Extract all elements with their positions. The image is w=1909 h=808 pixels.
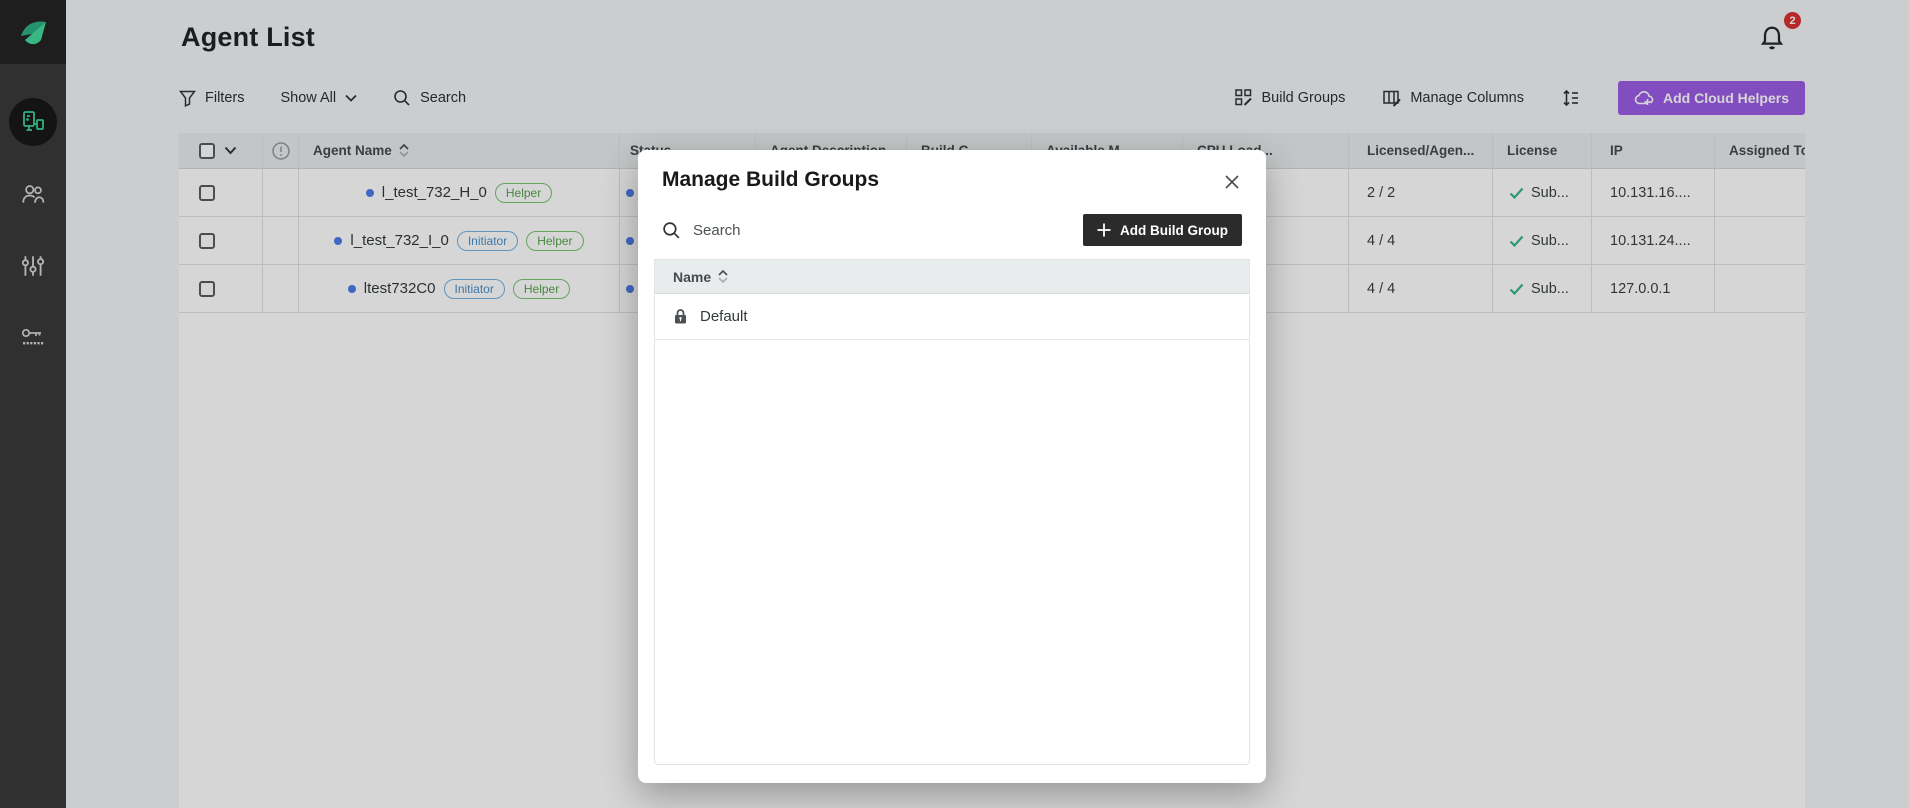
modal-search-field[interactable] — [662, 221, 913, 240]
modal-close-button[interactable] — [1220, 170, 1244, 194]
manage-build-groups-modal: Manage Build Groups Add Bui — [638, 150, 1266, 783]
build-groups-table: Name Default — [654, 259, 1250, 765]
lock-icon — [673, 308, 688, 325]
app-root: Agent List 2 — [0, 0, 1909, 808]
add-build-group-button[interactable]: Add Build Group — [1083, 214, 1242, 246]
build-group-row[interactable]: Default — [655, 294, 1249, 340]
plus-icon — [1097, 223, 1111, 237]
modal-title: Manage Build Groups — [662, 168, 879, 192]
build-groups-name-header[interactable]: Name — [655, 260, 1249, 294]
modal-search-input[interactable] — [693, 222, 913, 239]
sort-carets-icon[interactable] — [718, 270, 728, 283]
close-icon — [1224, 174, 1240, 190]
search-icon — [662, 221, 681, 240]
